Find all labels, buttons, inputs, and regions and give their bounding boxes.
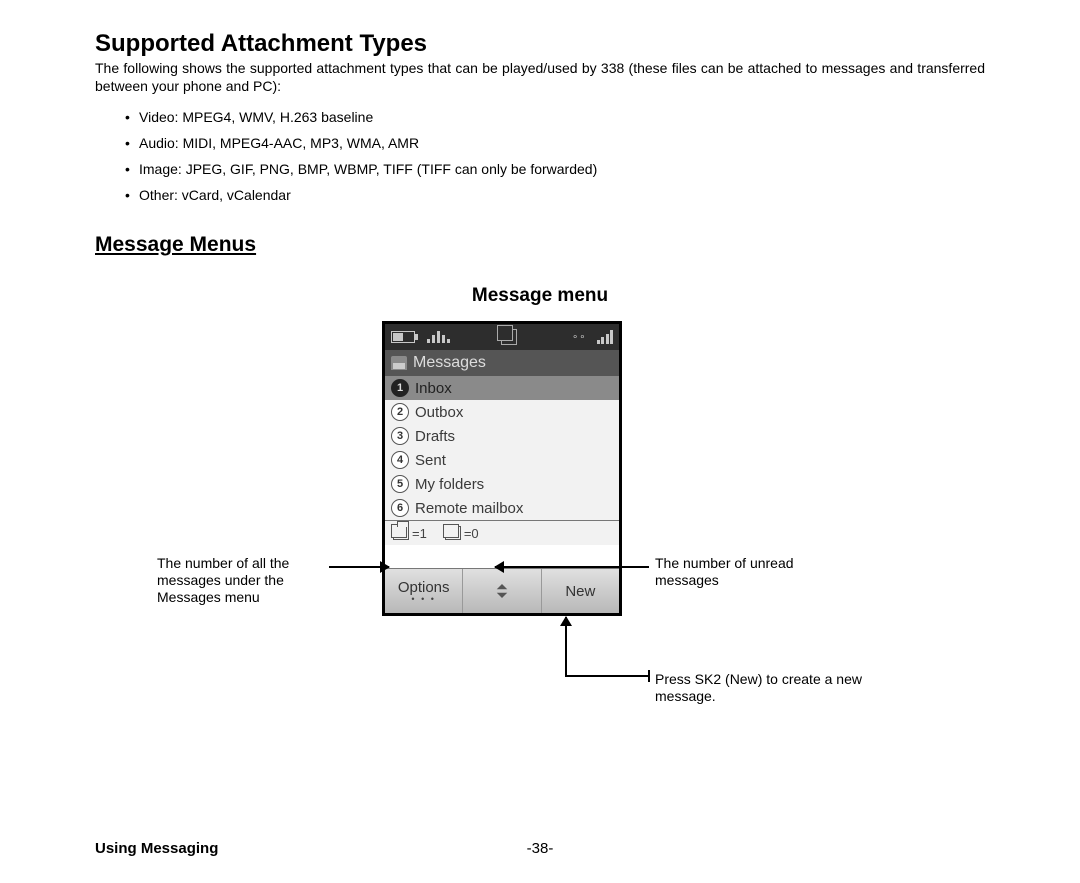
menu-item-label: My folders <box>415 476 484 493</box>
heading-supported-attachment-types: Supported Attachment Types <box>95 30 985 58</box>
list-item: Audio: MIDI, MPEG4-AAC, MP3, WMA, AMR <box>125 135 985 151</box>
manual-page: Supported Attachment Types The following… <box>0 0 1080 883</box>
battery-icon <box>391 331 415 343</box>
messages-icon <box>391 356 407 370</box>
heading-message-menus: Message Menus <box>95 233 985 257</box>
menu-item-number: 2 <box>391 403 409 421</box>
menu-item-number: 6 <box>391 499 409 517</box>
connector-tick <box>648 670 650 682</box>
menu-item-number: 4 <box>391 451 409 469</box>
total-messages-indicator: =1 <box>393 526 427 541</box>
phone-menu-list: 1 Inbox 2 Outbox 3 Drafts 4 Sent 5 My <box>385 376 619 520</box>
menu-item-label: Outbox <box>415 404 463 421</box>
phone-softkeys: Options • • • New <box>385 568 619 613</box>
menu-item-number: 5 <box>391 475 409 493</box>
menu-item-remote-mailbox[interactable]: 6 Remote mailbox <box>385 496 619 520</box>
arrow-icon <box>495 566 649 568</box>
menu-item-outbox[interactable]: 2 Outbox <box>385 400 619 424</box>
unread-messages-indicator: =0 <box>445 526 479 541</box>
menu-item-number: 1 <box>391 379 409 397</box>
arrow-icon <box>329 566 389 568</box>
scroll-arrows-icon <box>493 584 511 598</box>
phone-screen-title-bar: Messages <box>385 350 619 376</box>
menu-item-my-folders[interactable]: 5 My folders <box>385 472 619 496</box>
total-messages-value: =1 <box>412 526 427 541</box>
list-item: Video: MPEG4, WMV, H.263 baseline <box>125 109 985 125</box>
figure-caption: Message menu <box>95 285 985 307</box>
closed-folder-icon <box>445 526 461 540</box>
menu-item-number: 3 <box>391 427 409 445</box>
arrow-icon <box>565 617 567 675</box>
phone-status-bar: ∘∘ <box>385 324 619 350</box>
menu-item-label: Drafts <box>415 428 455 445</box>
signal-icon <box>597 330 614 344</box>
connector-line <box>565 675 649 677</box>
equalizer-icon <box>427 331 450 343</box>
figure: ∘∘ Messages 1 Inbox 2 Outbox 3 Drafts <box>95 321 985 721</box>
unread-messages-value: =0 <box>464 526 479 541</box>
windows-icon <box>501 329 517 345</box>
softkey-options[interactable]: Options • • • <box>385 569 462 613</box>
softkey-scroll[interactable] <box>462 569 540 613</box>
softkey-new[interactable]: New <box>541 569 619 613</box>
menu-item-label: Sent <box>415 452 446 469</box>
phone-count-bar: =1 =0 <box>385 520 619 545</box>
indicator-dots-icon: ∘∘ <box>572 332 587 343</box>
menu-item-label: Inbox <box>415 380 452 397</box>
list-item: Image: JPEG, GIF, PNG, BMP, WBMP, TIFF (… <box>125 161 985 177</box>
footer-page-number: -38- <box>527 840 554 857</box>
menu-item-label: Remote mailbox <box>415 500 523 517</box>
intro-paragraph: The following shows the supported attach… <box>95 60 985 95</box>
menu-item-inbox[interactable]: 1 Inbox <box>385 376 619 400</box>
annotation-press-sk2: Press SK2 (New) to create a new message. <box>655 671 895 705</box>
attachment-types-list: Video: MPEG4, WMV, H.263 baseline Audio:… <box>95 109 985 203</box>
page-footer: Using Messaging -38- <box>95 840 985 857</box>
menu-item-drafts[interactable]: 3 Drafts <box>385 424 619 448</box>
annotation-total-messages: The number of all the messages under the… <box>157 555 327 605</box>
softkey-label: New <box>565 583 595 600</box>
options-dots-icon: • • • <box>411 594 435 604</box>
phone-screen-title: Messages <box>413 354 486 372</box>
list-item: Other: vCard, vCalendar <box>125 187 985 203</box>
open-folder-icon <box>393 526 409 540</box>
menu-item-sent[interactable]: 4 Sent <box>385 448 619 472</box>
annotation-unread-messages: The number of unread messages <box>655 555 855 589</box>
footer-section-name: Using Messaging <box>95 840 527 857</box>
